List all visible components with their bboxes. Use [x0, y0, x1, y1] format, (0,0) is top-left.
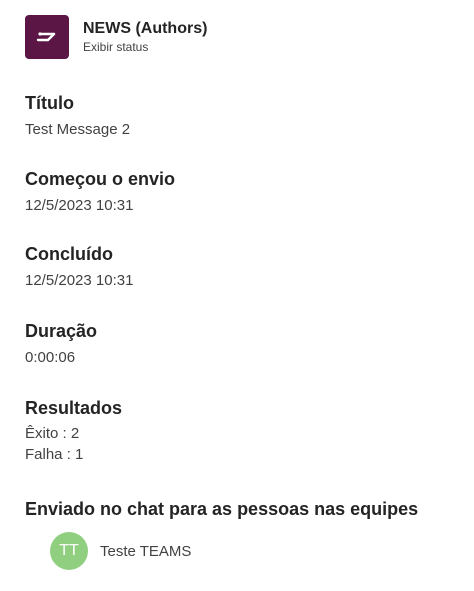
completed-value: 12/5/2023 10:31	[25, 272, 134, 289]
status-panel: NEWS (Authors) Exibir status Título Test…	[0, 0, 474, 591]
completed-section: Concluído 12/5/2023 10:31	[25, 243, 133, 290]
duration-section: Duração 0:00:06	[25, 320, 97, 367]
result-failure: Falha : 1	[25, 446, 84, 463]
results-list: Êxito : 2 Falha : 1	[25, 423, 122, 465]
sent-to-section: Enviado no chat para as pessoas nas equi…	[25, 498, 474, 570]
app-header: NEWS (Authors) Exibir status	[25, 15, 207, 59]
title-section: Título Test Message 2	[25, 92, 130, 139]
started-value: 12/5/2023 10:31	[25, 197, 134, 214]
title-label: Título	[25, 93, 74, 113]
results-label: Resultados	[25, 398, 123, 418]
title-value: Test Message 2	[25, 121, 131, 138]
started-section: Começou o envio 12/5/2023 10:31	[25, 168, 175, 215]
recipient-item[interactable]: TT Teste TEAMS	[50, 532, 474, 570]
started-label: Começou o envio	[25, 169, 176, 189]
recipient-name: Teste TEAMS	[100, 542, 192, 560]
completed-label: Concluído	[25, 244, 113, 264]
duration-value: 0:00:06	[25, 349, 76, 366]
result-success: Êxito : 2	[25, 425, 80, 442]
sent-to-label: Enviado no chat para as pessoas nas equi…	[25, 499, 419, 519]
results-section: Resultados Êxito : 2 Falha : 1	[25, 397, 122, 465]
view-status-link[interactable]: Exibir status	[83, 39, 207, 55]
app-name: NEWS (Authors)	[83, 20, 208, 37]
app-logo-icon	[25, 15, 69, 59]
duration-label: Duração	[25, 321, 98, 341]
avatar: TT	[50, 532, 88, 570]
app-meta: NEWS (Authors) Exibir status	[83, 19, 207, 55]
